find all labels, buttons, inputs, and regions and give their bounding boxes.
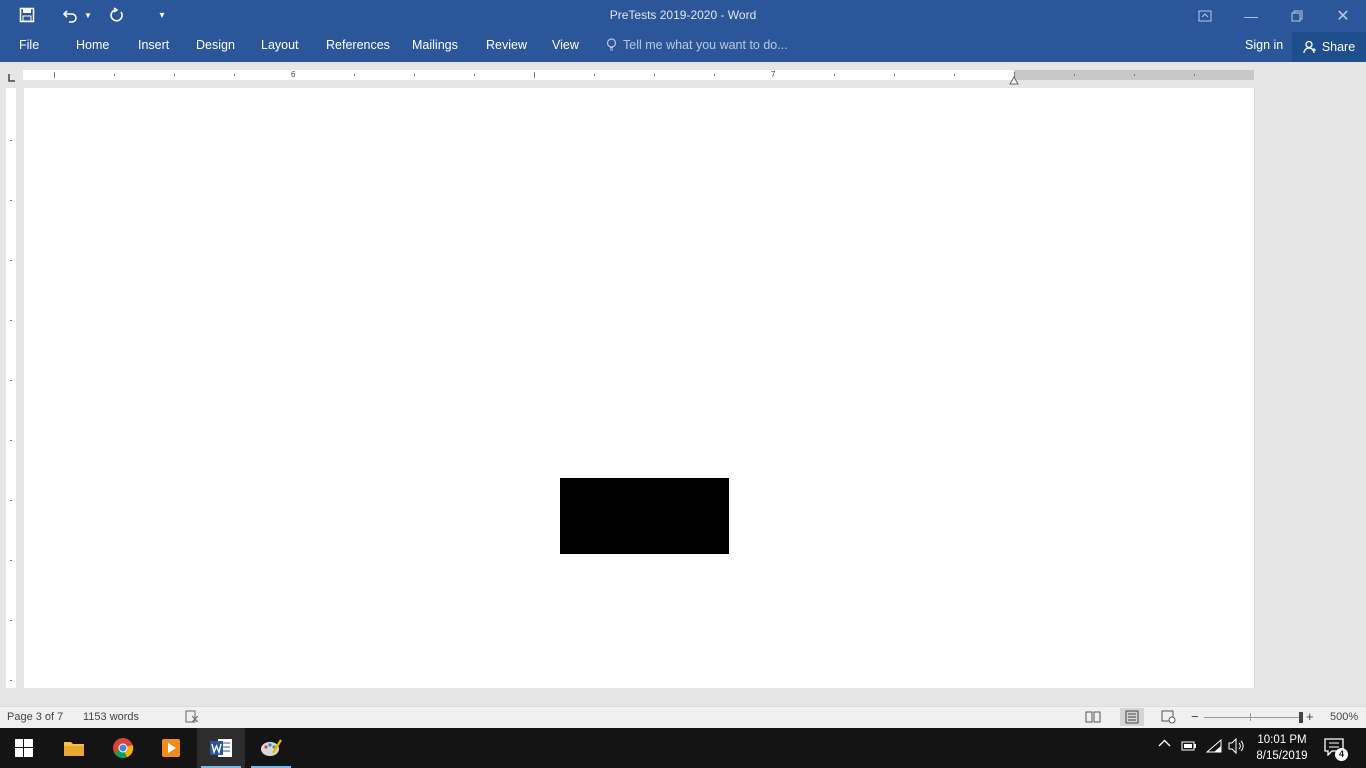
zoom-in-button[interactable]: + — [1306, 709, 1314, 724]
vertical-ruler[interactable] — [6, 88, 16, 688]
ruler-tick — [1074, 74, 1075, 76]
ruler-tick — [534, 72, 535, 78]
ruler-tick — [10, 560, 12, 561]
zoom-level[interactable]: 500% — [1330, 711, 1358, 723]
ruler-tick — [10, 500, 12, 501]
sign-in-link[interactable]: Sign in — [1245, 38, 1283, 52]
media-player-icon[interactable] — [147, 728, 195, 768]
minimize-button[interactable]: — — [1228, 0, 1274, 32]
ruler-tick — [654, 74, 655, 76]
title-bar: ▼ ▾ PreTests 2019-2020 - Word — ✕ — [0, 0, 1366, 32]
tab-mailings[interactable]: Mailings — [412, 38, 458, 52]
zoom-slider-thumb[interactable] — [1299, 712, 1303, 723]
zoom-slider-center-mark — [1250, 713, 1251, 721]
ruler-tick — [834, 74, 835, 76]
tab-layout[interactable]: Layout — [261, 38, 299, 52]
taskbar: 10:01 PM 8/15/2019 4 — [0, 728, 1366, 768]
show-hidden-icons-icon[interactable] — [1158, 737, 1171, 753]
ruler-label: 6 — [291, 70, 296, 79]
ruler-tick — [954, 74, 955, 76]
ruler-tick — [10, 140, 12, 141]
tab-insert[interactable]: Insert — [138, 38, 169, 52]
ruler-tick — [894, 74, 895, 76]
ruler-label: 7 — [771, 70, 776, 79]
clock-date: 8/15/2019 — [1256, 750, 1308, 762]
chrome-icon[interactable] — [99, 728, 147, 768]
ruler-tick — [10, 200, 12, 201]
status-bar: Page 3 of 7 1153 words − + 500% — [0, 706, 1366, 729]
ruler-tick — [10, 320, 12, 321]
read-mode-icon[interactable] — [1085, 710, 1101, 727]
ruler-tick — [174, 74, 175, 76]
paint-icon[interactable] — [247, 728, 295, 768]
tab-review[interactable]: Review — [486, 38, 527, 52]
ruler-tick — [10, 260, 12, 261]
ribbon-tab-bar: File Home Insert Design Layout Reference… — [0, 32, 1366, 62]
ruler-tick — [10, 440, 12, 441]
tell-me-search[interactable]: Tell me what you want to do... — [606, 38, 788, 52]
tab-design[interactable]: Design — [196, 38, 235, 52]
page-count[interactable]: Page 3 of 7 — [7, 711, 63, 723]
tab-references[interactable]: References — [326, 38, 390, 52]
windows-start-icon[interactable] — [0, 728, 48, 768]
document-page[interactable] — [24, 88, 1255, 688]
ruler-tick — [414, 74, 415, 76]
zoom-out-button[interactable]: − — [1191, 709, 1199, 724]
ribbon-display-options-icon[interactable] — [1182, 0, 1228, 32]
tab-selector-icon[interactable] — [6, 70, 16, 82]
ruler-tick — [714, 74, 715, 76]
share-button[interactable]: Share — [1292, 32, 1366, 62]
restore-button[interactable] — [1274, 0, 1320, 32]
ruler-tick — [594, 74, 595, 76]
tab-view[interactable]: View — [552, 38, 579, 52]
word-count[interactable]: 1153 words — [83, 711, 139, 723]
file-explorer-icon[interactable] — [50, 728, 98, 768]
proofing-icon[interactable] — [185, 710, 199, 726]
window-title: PreTests 2019-2020 - Word — [609, 8, 757, 22]
ruler-tick — [474, 74, 475, 76]
system-clock[interactable]: 10:01 PM 8/15/2019 — [1254, 732, 1310, 764]
ruler-tick — [1194, 74, 1195, 76]
ruler-tick — [234, 74, 235, 76]
ruler-tick — [54, 72, 55, 78]
web-layout-icon[interactable] — [1161, 710, 1176, 727]
right-indent-marker-icon[interactable] — [1009, 72, 1019, 85]
wifi-icon[interactable] — [1205, 738, 1222, 756]
black-rectangle-shape[interactable] — [560, 478, 729, 554]
close-button[interactable]: ✕ — [1320, 0, 1366, 32]
ruler-tick — [1134, 74, 1135, 76]
tab-file[interactable]: File — [19, 38, 39, 52]
ruler-tick — [10, 620, 12, 621]
person-icon — [1303, 40, 1316, 54]
notification-badge: 4 — [1335, 748, 1348, 761]
tell-me-placeholder: Tell me what you want to do... — [623, 38, 788, 52]
ruler-tick — [114, 74, 115, 76]
battery-icon[interactable] — [1181, 740, 1197, 755]
volume-icon[interactable] — [1228, 737, 1246, 757]
share-label: Share — [1321, 40, 1356, 54]
lightbulb-icon — [606, 38, 617, 51]
ruler-tick — [354, 74, 355, 76]
word-taskbar-icon[interactable] — [197, 728, 245, 768]
clock-time: 10:01 PM — [1257, 734, 1307, 746]
zoom-slider[interactable] — [1204, 717, 1300, 718]
print-layout-icon[interactable] — [1120, 708, 1144, 726]
tab-home[interactable]: Home — [76, 38, 109, 52]
ruler-tick — [10, 680, 12, 681]
ruler-tick — [10, 380, 12, 381]
